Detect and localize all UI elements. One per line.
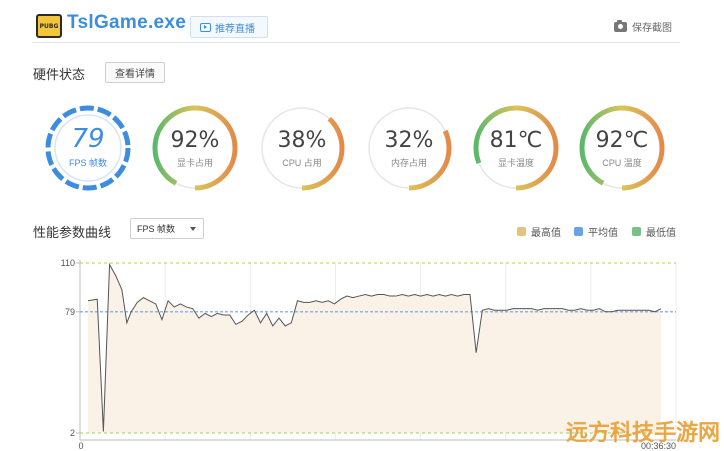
fps-chart: 1107920 00:36:30 — [61, 258, 677, 451]
watermark: 远方科技手游网 — [565, 420, 720, 445]
y-tick-label: 2 — [70, 428, 75, 438]
y-tick-label: 110 — [61, 258, 75, 268]
x-tick-label-start: 0 — [78, 441, 83, 451]
fps-area-fill — [88, 264, 661, 433]
y-tick-label: 79 — [65, 307, 75, 317]
